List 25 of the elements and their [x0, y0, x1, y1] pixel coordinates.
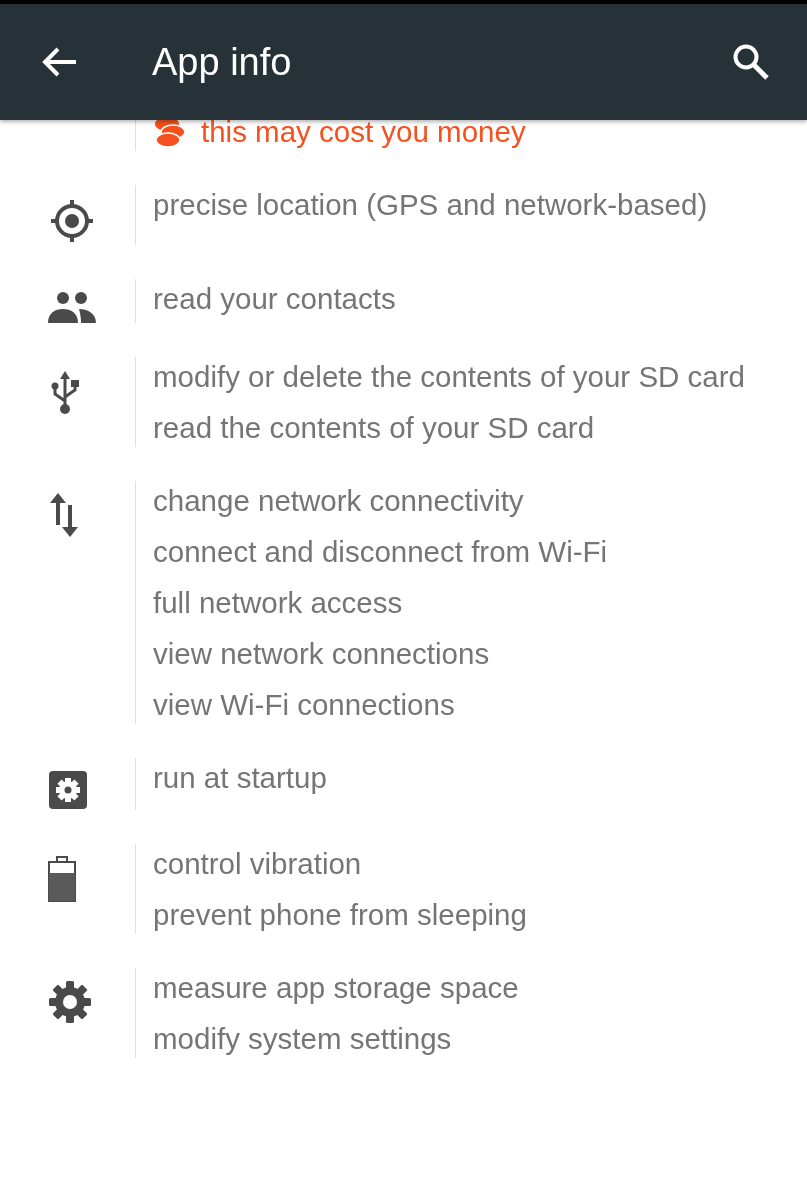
screen-title: App info — [152, 40, 293, 84]
permission-text: change network connectivity — [153, 483, 525, 519]
permission-text: measure app storage space — [153, 970, 519, 1006]
permission-text: run at startup — [153, 760, 327, 796]
search-button[interactable] — [731, 42, 771, 82]
permission-text: view Wi-Fi connections — [153, 687, 456, 723]
permission-text: modify system settings — [153, 1021, 453, 1057]
gear-box-icon — [48, 770, 88, 810]
search-icon — [732, 43, 770, 81]
permission-text: view network connections — [153, 636, 491, 672]
people-icon — [48, 291, 96, 323]
permission-text: precise location (GPS and network-based) — [153, 187, 708, 223]
crosshair-icon — [48, 197, 96, 245]
permission-text: read your contacts — [153, 281, 396, 317]
permission-text: read the contents of your SD card — [153, 410, 596, 446]
permission-text: connect and disconnect from Wi-Fi — [153, 534, 608, 570]
permission-text: full network access — [153, 585, 404, 621]
back-arrow-icon — [42, 46, 78, 78]
permission-text: prevent phone from sleeping — [153, 897, 527, 933]
settings-icon — [48, 980, 92, 1024]
cost-warning: this may cost you money — [201, 114, 526, 150]
permission-text: modify or delete the contents of your SD card — [153, 359, 745, 395]
battery-icon — [48, 856, 76, 902]
permission-text: control vibration — [153, 846, 363, 882]
up-down-arrows-icon — [48, 493, 80, 537]
